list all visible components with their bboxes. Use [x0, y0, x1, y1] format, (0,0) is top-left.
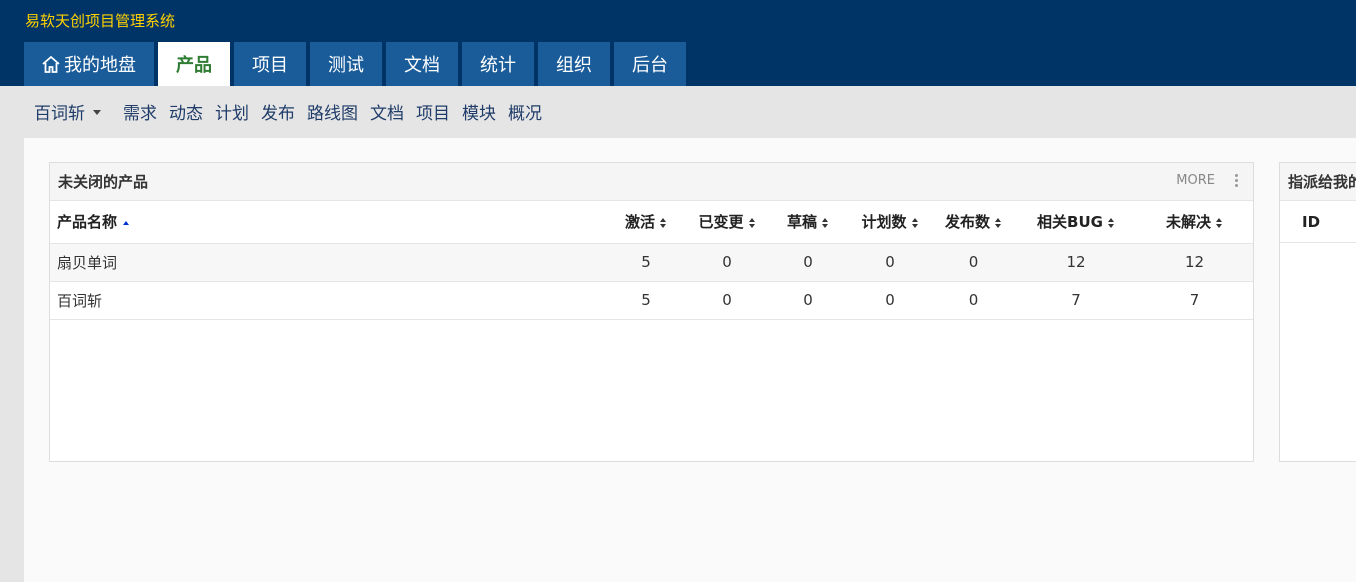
product-name-link[interactable]: 百词斩: [50, 281, 605, 320]
cell-changed: 0: [687, 243, 767, 282]
tab-label: 产品: [176, 55, 212, 76]
tab-doc[interactable]: 文档: [386, 42, 458, 86]
col-bugs[interactable]: 相关BUG: [1016, 201, 1136, 244]
more-link[interactable]: MORE: [1176, 173, 1215, 188]
col-unresolved[interactable]: 未解决: [1136, 201, 1253, 244]
subnav-module[interactable]: 模块: [462, 99, 496, 124]
subnav-doc[interactable]: 文档: [370, 99, 404, 124]
col-releases[interactable]: 发布数: [931, 201, 1016, 244]
col-id[interactable]: ID: [1280, 201, 1356, 243]
tab-my-dashboard[interactable]: 我的地盘: [24, 42, 154, 86]
cell-plans: 0: [849, 281, 931, 320]
sort-icon: [748, 217, 756, 228]
subnav-plan[interactable]: 计划: [215, 99, 249, 124]
col-changed[interactable]: 已变更: [687, 201, 767, 244]
cell-changed: 0: [687, 281, 767, 320]
cell-active: 5: [605, 243, 687, 282]
col-active[interactable]: 激活: [605, 201, 687, 244]
subnav-overview[interactable]: 概况: [508, 99, 542, 124]
subnav-story[interactable]: 需求: [123, 99, 157, 124]
cell-active: 5: [605, 281, 687, 320]
tab-label: 项目: [252, 55, 288, 76]
tab-product[interactable]: 产品: [158, 42, 230, 86]
subnav-project[interactable]: 项目: [416, 99, 450, 124]
cell-draft: 0: [767, 281, 849, 320]
sort-icon: [911, 217, 919, 228]
cell-bugs: 12: [1016, 243, 1136, 282]
tab-label: 我的地盘: [64, 55, 136, 76]
more-options-icon[interactable]: [1233, 173, 1239, 189]
col-product-name[interactable]: 产品名称: [50, 201, 605, 244]
cell-unresolved: 7: [1136, 281, 1253, 320]
open-products-panel: 未关闭的产品 MORE 产品名称 激活 已变更 草稿 计划数 发布数 相关BUG…: [49, 162, 1254, 462]
top-bar: 易软天创项目管理系统 我的地盘 产品 项目 测试 文档 统计 组织 后台: [0, 0, 1356, 86]
tab-project[interactable]: 项目: [234, 42, 306, 86]
product-switcher[interactable]: 百词斩: [34, 99, 101, 124]
col-plans[interactable]: 计划数: [849, 201, 931, 244]
table-row: 百词斩 5 0 0 0 0 7 7: [50, 281, 1253, 320]
sort-icon: [995, 217, 1002, 228]
tab-org[interactable]: 组织: [538, 42, 610, 86]
tab-label: 组织: [556, 55, 592, 76]
products-table: 产品名称 激活 已变更 草稿 计划数 发布数 相关BUG 未解决 扇贝单词 5 …: [50, 201, 1253, 320]
panel-title: 指派给我的: [1288, 173, 1356, 191]
sort-icon: [822, 217, 829, 228]
cell-plans: 0: [849, 243, 931, 282]
tab-label: 统计: [480, 55, 516, 76]
panel-header: 指派给我的: [1280, 163, 1356, 201]
table-header-row: 产品名称 激活 已变更 草稿 计划数 发布数 相关BUG 未解决: [50, 201, 1253, 244]
panel-title: 未关闭的产品: [58, 173, 149, 191]
assigned-to-me-panel: 指派给我的 ID: [1279, 162, 1356, 462]
tab-stats[interactable]: 统计: [462, 42, 534, 86]
sort-asc-icon: [123, 220, 130, 225]
table-row: 扇贝单词 5 0 0 0 0 12 12: [50, 243, 1253, 282]
tab-label: 文档: [404, 55, 440, 76]
subnav-release[interactable]: 发布: [261, 99, 295, 124]
panel-header: 未关闭的产品 MORE: [50, 163, 1253, 201]
cell-unresolved: 12: [1136, 243, 1253, 282]
tab-label: 后台: [632, 55, 668, 76]
sub-nav: 百词斩 需求 动态 计划 发布 路线图 文档 项目 模块 概况: [0, 86, 1356, 136]
sort-icon: [1107, 217, 1115, 228]
cell-draft: 0: [767, 243, 849, 282]
caret-down-icon: [93, 109, 101, 115]
col-draft[interactable]: 草稿: [767, 201, 849, 244]
dashboard-content: 未关闭的产品 MORE 产品名称 激活 已变更 草稿 计划数 发布数 相关BUG…: [24, 138, 1356, 582]
tab-label: 测试: [328, 55, 364, 76]
sort-icon: [660, 217, 667, 228]
tab-test[interactable]: 测试: [310, 42, 382, 86]
app-title: 易软天创项目管理系统: [25, 12, 176, 30]
subnav-roadmap[interactable]: 路线图: [307, 99, 358, 124]
product-name-link[interactable]: 扇贝单词: [50, 243, 605, 282]
home-icon: [42, 55, 60, 73]
current-product: 百词斩: [34, 103, 85, 124]
tab-admin[interactable]: 后台: [614, 42, 686, 86]
cell-bugs: 7: [1016, 281, 1136, 320]
subnav-dynamic[interactable]: 动态: [169, 99, 203, 124]
main-nav: 我的地盘 产品 项目 测试 文档 统计 组织 后台: [24, 42, 690, 86]
cell-releases: 0: [931, 243, 1016, 282]
sort-icon: [1216, 217, 1223, 228]
cell-releases: 0: [931, 281, 1016, 320]
